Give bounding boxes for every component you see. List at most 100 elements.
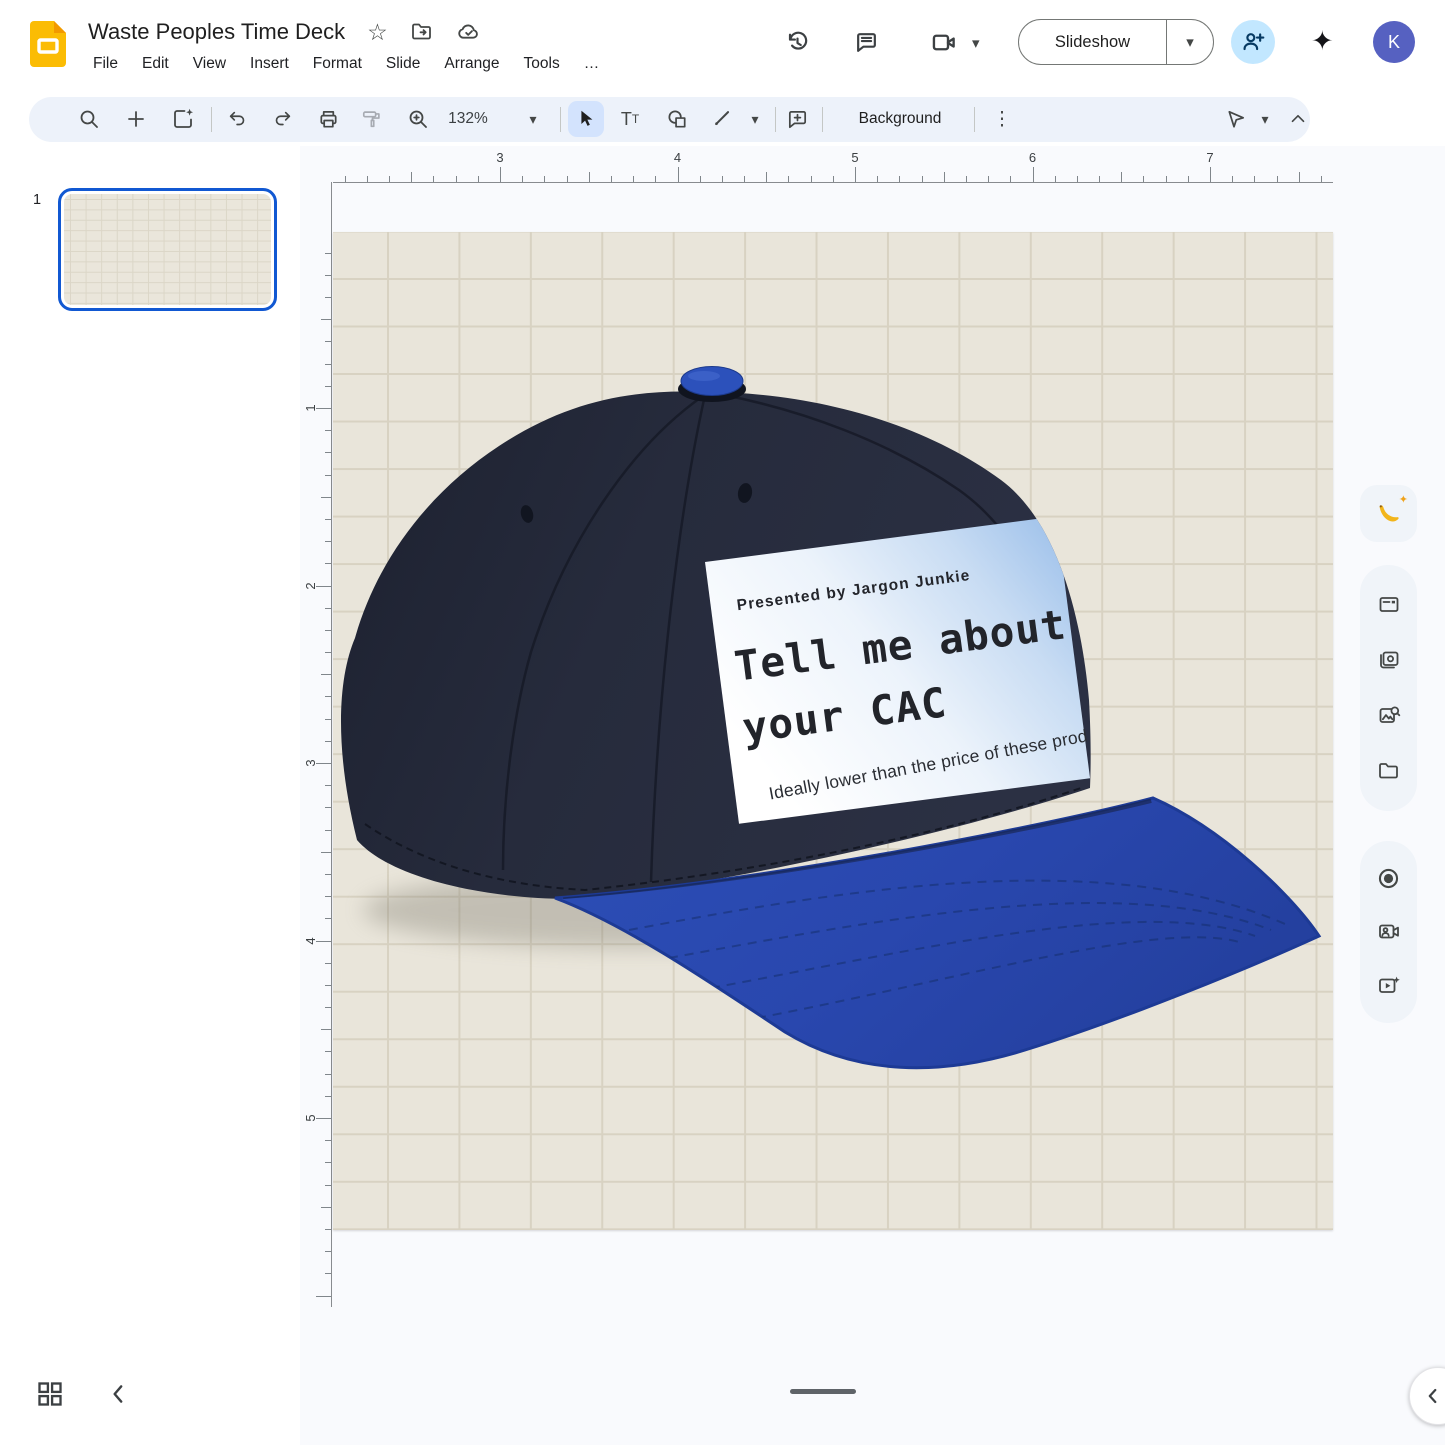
star-icon[interactable]: ☆ — [367, 21, 388, 44]
account-avatar[interactable]: K — [1373, 21, 1415, 63]
video-gen-icon[interactable] — [1371, 968, 1407, 1004]
google-slides-logo[interactable] — [30, 21, 66, 67]
version-history-icon[interactable] — [785, 30, 810, 55]
slideshow-caret-icon[interactable]: ▾ — [1167, 33, 1213, 51]
undo-icon[interactable] — [220, 101, 256, 137]
document-title[interactable]: Waste Peoples Time Deck — [88, 19, 345, 45]
ruler-tick — [321, 497, 331, 498]
ruler-tick — [325, 297, 331, 298]
ruler-tick — [325, 364, 331, 365]
chevron-left-icon — [1422, 1385, 1444, 1407]
collapse-toolbar-icon[interactable] — [1280, 101, 1316, 137]
ruler-tick — [389, 176, 390, 182]
move-to-folder-icon[interactable] — [410, 20, 434, 44]
meet-camera-icon[interactable] — [930, 29, 957, 56]
share-button[interactable] — [1231, 20, 1275, 64]
ruler-tick — [325, 807, 331, 808]
select-tool[interactable] — [568, 101, 604, 137]
ruler-tick — [500, 167, 501, 182]
ruler-tick — [1254, 176, 1255, 182]
ruler-tick — [325, 519, 331, 520]
grid-view-icon[interactable] — [36, 1380, 64, 1408]
filmstrip-slide-number: 1 — [33, 192, 41, 208]
menu-item-edit[interactable]: Edit — [133, 52, 178, 76]
line-tool[interactable] — [705, 101, 741, 137]
ruler-tick — [1321, 176, 1322, 182]
cloud-saved-icon[interactable] — [456, 20, 481, 45]
ruler-tick — [325, 874, 331, 875]
thumbnail-grid-preview — [64, 194, 271, 305]
text-box-tool[interactable]: TT — [612, 101, 648, 137]
horizontal-scrollbar[interactable] — [790, 1389, 856, 1394]
collapse-filmstrip-icon[interactable] — [106, 1381, 132, 1407]
record-icon[interactable] — [1371, 860, 1407, 896]
camera-capture-icon[interactable] — [1371, 914, 1407, 950]
gemini-icon[interactable]: ✦ — [1311, 26, 1334, 57]
ruler-tick — [744, 176, 745, 182]
image-search-icon[interactable] — [1371, 698, 1407, 734]
ruler-tick — [678, 167, 679, 182]
menu-item-format[interactable]: Format — [304, 52, 371, 76]
slide-canvas[interactable]: Presented by Jargon Junkie Tell me about… — [333, 232, 1333, 1230]
new-slide-icon[interactable] — [118, 101, 154, 137]
menu-item-tools[interactable]: Tools — [515, 52, 569, 76]
ruler-label: 4 — [303, 931, 319, 951]
menu-item-file[interactable]: File — [84, 52, 127, 76]
line-caret-icon[interactable]: ▾ — [741, 101, 769, 137]
ruler-tick — [811, 176, 812, 182]
slide-layouts-icon[interactable] — [1371, 587, 1407, 623]
ruler-tick — [321, 319, 331, 320]
background-button[interactable]: Background — [836, 101, 964, 137]
ruler-tick — [325, 1251, 331, 1252]
ruler-tick — [544, 176, 545, 182]
ruler-tick — [766, 172, 767, 182]
shape-tool[interactable] — [659, 101, 695, 137]
ruler-tick — [325, 652, 331, 653]
folder-icon[interactable] — [1371, 753, 1407, 789]
ruler-tick — [325, 386, 331, 387]
ruler-tick — [325, 430, 331, 431]
ruler-tick — [325, 1051, 331, 1052]
paint-format-icon[interactable] — [354, 101, 390, 137]
ruler-tick — [325, 896, 331, 897]
ruler-tick — [325, 1229, 331, 1230]
ruler-label: 3 — [303, 753, 319, 773]
slide-hat-image[interactable]: Presented by Jargon Junkie Tell me about… — [333, 232, 1333, 1230]
ruler-tick — [325, 275, 331, 276]
search-menus-icon[interactable] — [71, 101, 107, 137]
sidebar-panel-group-top — [1360, 565, 1417, 811]
new-slide-templates-icon[interactable] — [165, 101, 201, 137]
sidebar-panel-group-bottom — [1360, 841, 1417, 1023]
ruler-tick — [433, 176, 434, 182]
ruler-tick — [325, 608, 331, 609]
main-toolbar: 132% ▾ TT ▾ Background ⋮ ▾ — [29, 97, 1310, 142]
gemini-banana-button[interactable]: ✦ — [1360, 485, 1417, 542]
filmstrip-thumbnail-slide-1[interactable] — [58, 188, 277, 311]
ruler-label: 7 — [1200, 150, 1220, 165]
camera-caret-icon[interactable]: ▾ — [972, 34, 980, 52]
menu-item-view[interactable]: View — [184, 52, 235, 76]
add-comment-icon[interactable] — [779, 101, 815, 137]
menu-item-[interactable]: … — [575, 52, 609, 76]
print-icon[interactable] — [310, 101, 346, 137]
menu-item-slide[interactable]: Slide — [377, 52, 429, 76]
ruler-tick — [325, 452, 331, 453]
ruler-tick — [1099, 176, 1100, 182]
redo-icon[interactable] — [264, 101, 300, 137]
ruler-tick — [325, 1140, 331, 1141]
menu-item-arrange[interactable]: Arrange — [435, 52, 508, 76]
laser-pointer-icon[interactable] — [1218, 101, 1254, 137]
slideshow-button[interactable]: Slideshow — [1019, 33, 1166, 52]
ruler-tick — [1166, 176, 1167, 182]
ruler-tick — [1232, 176, 1233, 182]
photos-icon[interactable] — [1371, 642, 1407, 678]
ruler-label: 5 — [845, 150, 865, 165]
comments-icon[interactable] — [854, 30, 879, 55]
zoom-caret-icon[interactable]: ▾ — [519, 101, 547, 137]
toolbar-overflow-icon[interactable]: ⋮ — [984, 101, 1020, 137]
zoom-icon[interactable] — [400, 101, 436, 137]
ruler-tick — [367, 176, 368, 182]
zoom-level-value[interactable]: 132% — [437, 101, 499, 137]
laser-caret-icon[interactable]: ▾ — [1251, 101, 1279, 137]
menu-item-insert[interactable]: Insert — [241, 52, 298, 76]
